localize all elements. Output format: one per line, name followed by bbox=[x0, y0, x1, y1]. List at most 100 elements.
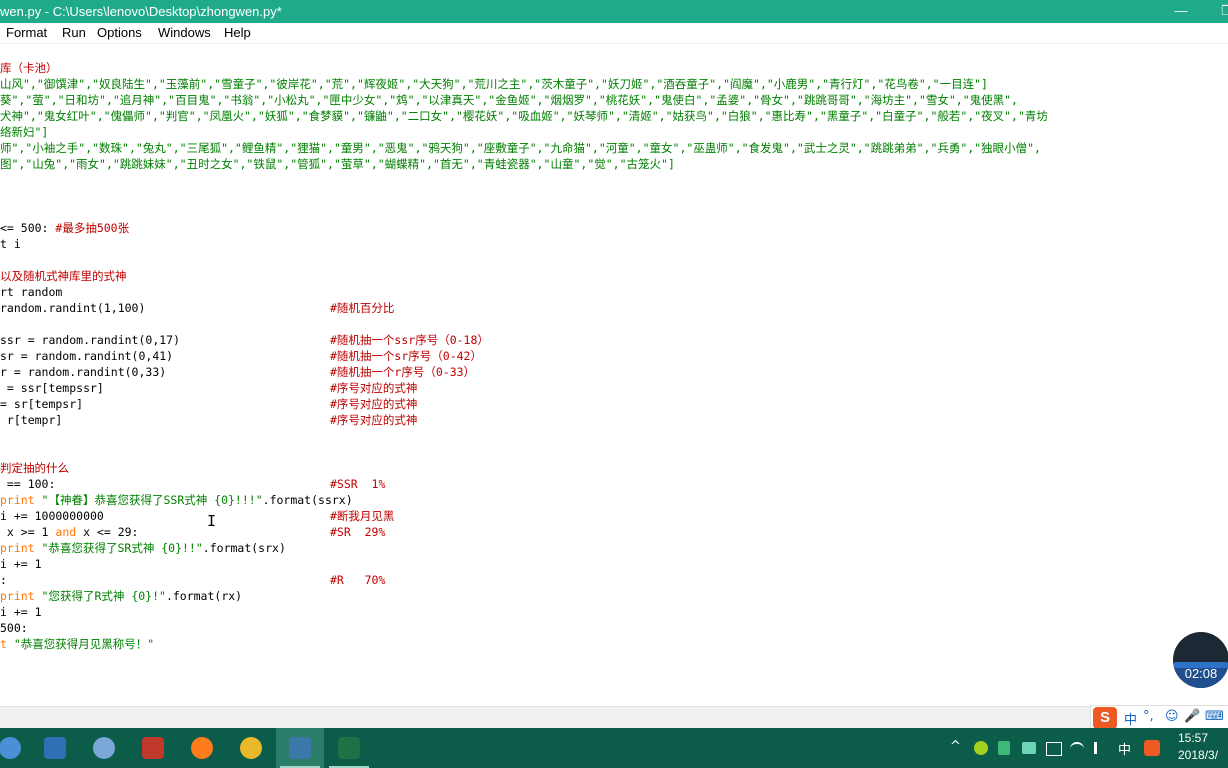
code-editor[interactable]: 库（卡池） 山风","御馔津","奴良陆生","玉藻前","雪童子","彼岸花"… bbox=[0, 44, 1228, 706]
code-line: print "您获得了R式神 {0}!".format(rx) bbox=[0, 588, 242, 604]
code-line: 判定抽的什么 bbox=[0, 461, 69, 475]
shield-icon[interactable] bbox=[998, 741, 1010, 755]
firefox-icon bbox=[191, 737, 213, 759]
code-line: 500: bbox=[0, 621, 28, 635]
code-line: ssr = random.randint(0,17) bbox=[0, 333, 181, 347]
code-comment: #序号对应的式神 bbox=[330, 413, 418, 427]
minimize-button[interactable]: — bbox=[1166, 0, 1196, 23]
ime-punctuation-icon[interactable]: °, bbox=[1143, 709, 1154, 724]
excel-icon bbox=[338, 737, 360, 759]
maximize-button[interactable]: ❐ bbox=[1212, 0, 1228, 23]
taskbar bbox=[0, 728, 1228, 768]
code-text: .format(ssrx) bbox=[262, 493, 353, 507]
system-clock[interactable]: 15:57 2018/3/ bbox=[1178, 730, 1228, 764]
taskbar-app-network[interactable] bbox=[0, 728, 34, 768]
pencil-icon bbox=[142, 737, 164, 759]
code-comment: #随机抽一个ssr序号（0-18） bbox=[330, 333, 489, 347]
magnifier-icon bbox=[44, 737, 66, 759]
code-comment: #随机抽一个sr序号（0-42） bbox=[330, 349, 482, 363]
python-icon bbox=[289, 737, 311, 759]
code-string: "恭喜您获得了SR式神 {0}!!" bbox=[41, 541, 203, 555]
code-keyword: and bbox=[55, 525, 77, 539]
code-string: "您获得了R式神 {0}!" bbox=[41, 589, 166, 603]
menu-run[interactable]: Run bbox=[62, 25, 86, 40]
code-line: == 100: bbox=[0, 477, 56, 491]
code-line: i += 1 bbox=[0, 557, 42, 571]
volume-icon[interactable] bbox=[1094, 742, 1107, 754]
code-line: r[tempr] bbox=[0, 413, 63, 427]
code-line: 师","小袖之手","数珠","兔丸","三尾狐","鲤鱼精","狸猫","童男… bbox=[0, 141, 1041, 155]
code-line: 库（卡池） bbox=[0, 61, 58, 75]
taskbar-app-excel[interactable] bbox=[325, 728, 373, 768]
battery-icon[interactable] bbox=[1046, 742, 1062, 756]
code-text: .format(rx) bbox=[165, 589, 243, 603]
taskbar-app-python[interactable] bbox=[276, 728, 324, 768]
tray-tool-icon[interactable] bbox=[1022, 742, 1036, 754]
code-line: 图","山兔","雨女","跳跳妹妹","丑时之女","铁鼠","管狐","萤草… bbox=[0, 157, 675, 171]
code-keyword: print bbox=[0, 589, 42, 603]
code-keyword: print bbox=[0, 541, 42, 555]
menu-format[interactable]: Format bbox=[6, 25, 47, 40]
code-comment: #断我月见黑 bbox=[330, 509, 395, 523]
globe-icon bbox=[0, 737, 21, 759]
code-comment: #随机抽一个r序号（0-33） bbox=[330, 365, 476, 379]
code-line: = sr[tempsr] bbox=[0, 397, 84, 411]
chrome-icon bbox=[240, 737, 262, 759]
code-line: r = random.randint(0,33) bbox=[0, 365, 167, 379]
code-line: : bbox=[0, 573, 7, 587]
code-line: 络新妇"] bbox=[0, 125, 49, 139]
clock-date: 2018/3/ bbox=[1178, 748, 1219, 762]
menu-help[interactable]: Help bbox=[224, 25, 251, 40]
window-title: wen.py - C:\Users\lenovo\Desktop\zhongwe… bbox=[0, 4, 282, 19]
timer-time: 02:08 bbox=[1184, 666, 1218, 681]
code-string: "恭喜您获得月见黑称号！" bbox=[13, 637, 155, 651]
tray-input-language[interactable]: 中 bbox=[1118, 739, 1131, 758]
code-text: x <= 29: bbox=[76, 525, 139, 539]
clock-time: 15:57 bbox=[1178, 731, 1209, 745]
menu-options[interactable]: Options bbox=[97, 25, 142, 40]
ime-voice-icon[interactable]: 🎤 bbox=[1184, 709, 1200, 724]
code-text: random.randint(1,100) bbox=[0, 301, 146, 315]
code-text: <= 500: bbox=[0, 221, 56, 235]
code-line: rt random bbox=[0, 285, 63, 299]
taskbar-app-earth[interactable] bbox=[80, 728, 128, 768]
recorder-timer[interactable]: 02:08 bbox=[1173, 632, 1228, 688]
sogou-tray-icon[interactable] bbox=[1144, 740, 1160, 756]
ime-keyboard-icon[interactable]: ⌨ bbox=[1205, 709, 1224, 724]
code-comment: #SR 29% bbox=[330, 525, 386, 539]
tray-app-icon[interactable] bbox=[974, 741, 988, 755]
ime-emoji-icon[interactable]: ☺ bbox=[1165, 709, 1179, 724]
wifi-icon[interactable] bbox=[1070, 742, 1084, 756]
code-line: 葵","萤","日和坊","追月神","百目鬼","书翁","小松丸","匣中少… bbox=[0, 93, 1018, 107]
taskbar-app-firefox[interactable] bbox=[178, 728, 226, 768]
code-line: sr = random.randint(0,41) bbox=[0, 349, 174, 363]
code-keyword: print bbox=[0, 493, 42, 507]
ime-chinese-mode[interactable]: 中 bbox=[1124, 709, 1137, 728]
code-line: x >= 1 and x <= 29: bbox=[0, 524, 139, 540]
code-line: = ssr[tempssr] bbox=[0, 381, 104, 395]
taskbar-app-search[interactable] bbox=[31, 728, 79, 768]
earth-icon bbox=[93, 737, 115, 759]
menu-windows[interactable]: Windows bbox=[158, 25, 211, 40]
code-comment: #序号对应的式神 bbox=[330, 397, 418, 411]
code-line: <= 500: #最多抽500张 bbox=[0, 220, 129, 236]
sogou-logo-icon[interactable]: S bbox=[1093, 707, 1117, 729]
code-line: t "恭喜您获得月见黑称号！" bbox=[0, 636, 154, 652]
taskbar-app-editor[interactable] bbox=[129, 728, 177, 768]
code-line: 以及随机式神库里的式神 bbox=[0, 269, 127, 283]
code-comment: #序号对应的式神 bbox=[330, 381, 418, 395]
status-strip bbox=[0, 706, 1228, 729]
code-text: x >= 1 bbox=[0, 525, 56, 539]
code-line: print "恭喜您获得了SR式神 {0}!!".format(srx) bbox=[0, 540, 286, 556]
menu-bar: Format Run Options Windows Help bbox=[0, 23, 1228, 44]
code-string: "【神眷】恭喜您获得了SSR式神 {0}!!!" bbox=[41, 493, 263, 507]
code-comment: #最多抽500张 bbox=[55, 221, 130, 235]
code-line: print "【神眷】恭喜您获得了SSR式神 {0}!!!".format(ss… bbox=[0, 492, 353, 508]
code-keyword: t bbox=[0, 637, 14, 651]
code-line: t i bbox=[0, 237, 21, 251]
code-line: random.randint(1,100) bbox=[0, 300, 145, 316]
tray-expand-icon[interactable]: ^ bbox=[950, 739, 961, 754]
taskbar-app-chrome[interactable] bbox=[227, 728, 275, 768]
code-comment: #随机百分比 bbox=[330, 301, 395, 315]
code-line: 犬神","鬼女红叶","傀儡师","判官","凤凰火","妖狐","食梦貘","… bbox=[0, 109, 1048, 123]
